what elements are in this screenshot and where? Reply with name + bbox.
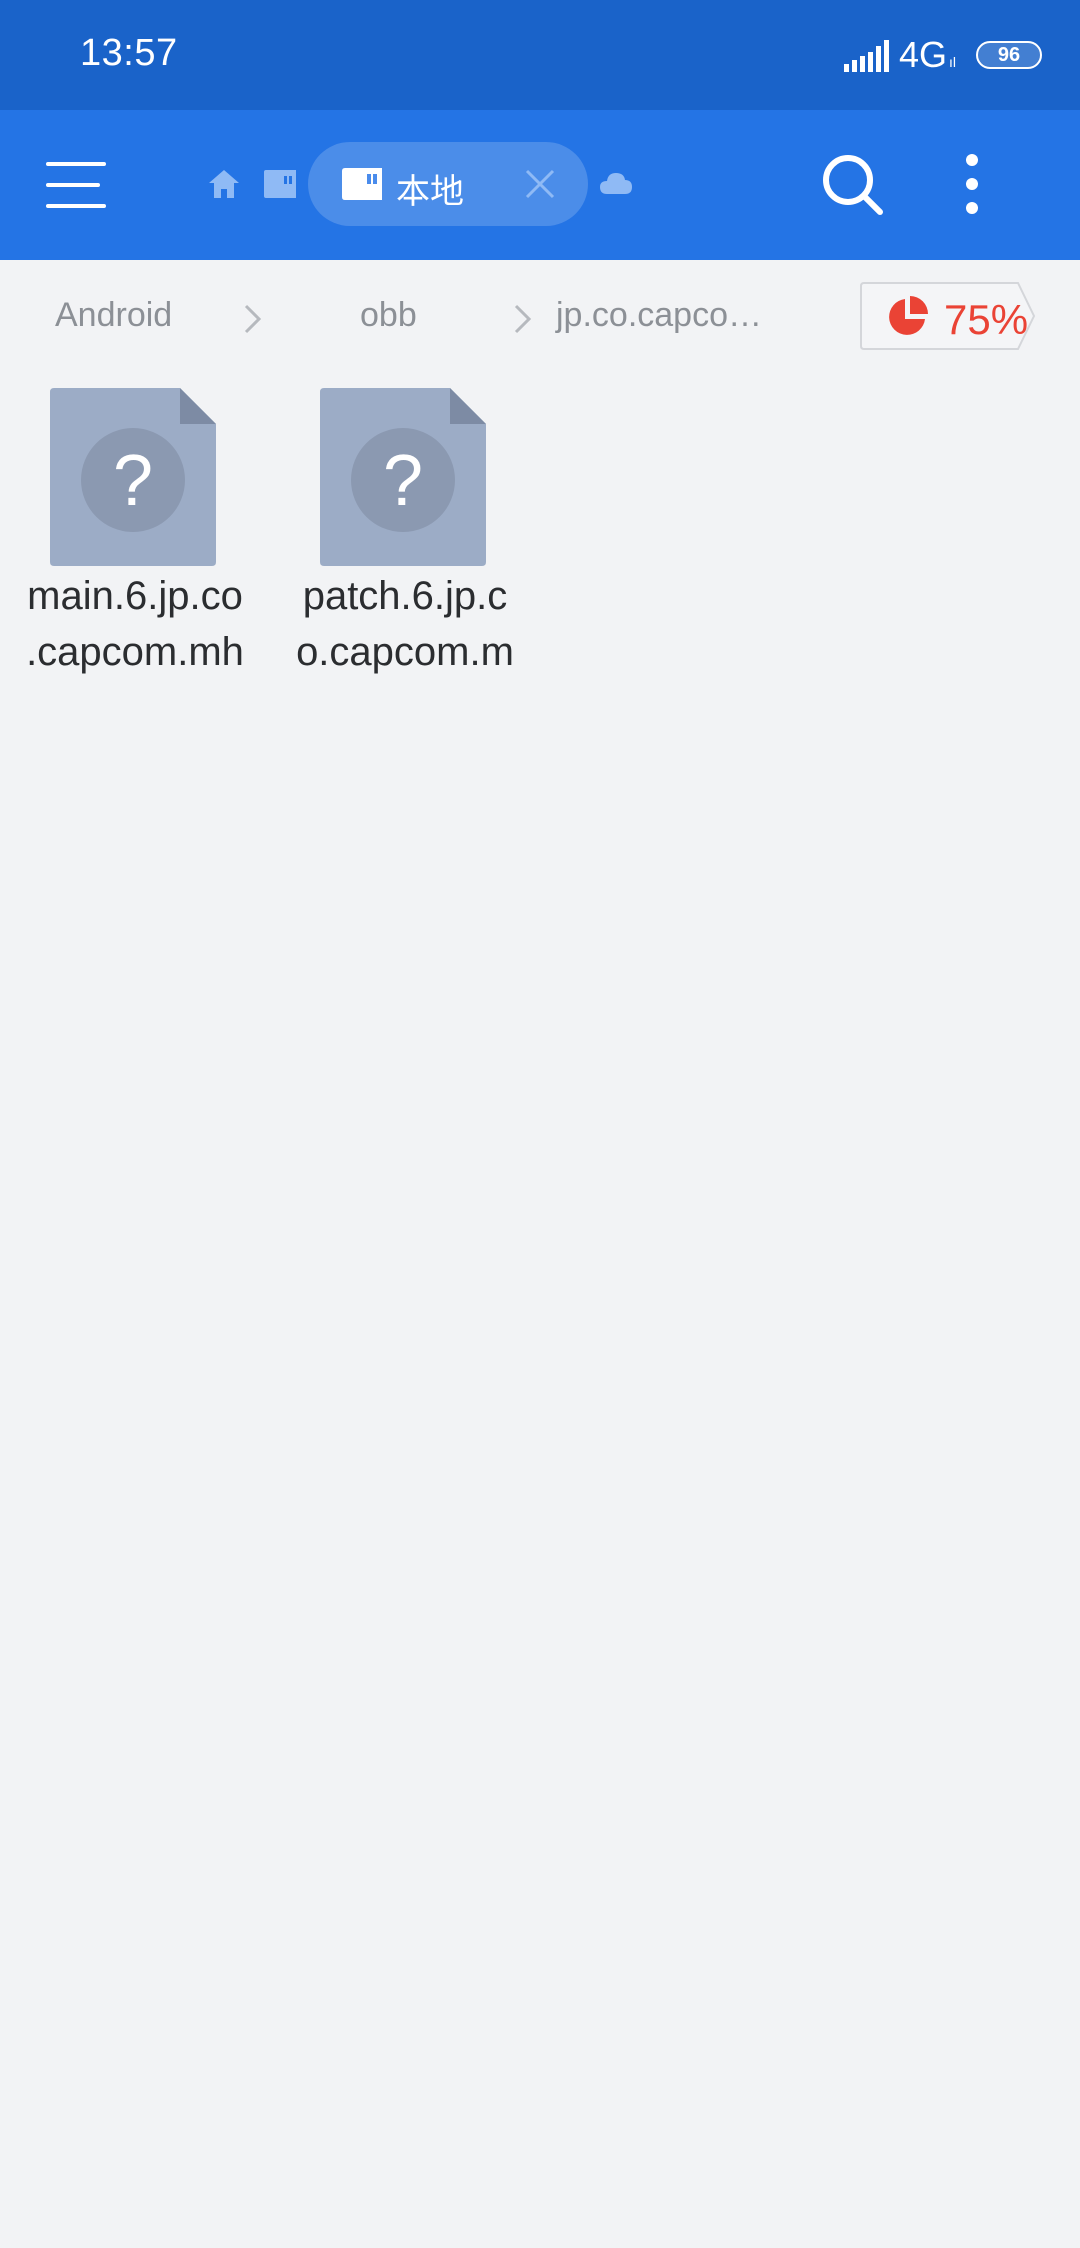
home-icon[interactable] [206,166,242,202]
chevron-right-icon [244,304,262,334]
app-bar: 本地 [0,110,1080,260]
menu-button[interactable] [34,150,118,220]
cloud-icon[interactable] [598,170,634,196]
tab-label: 本地 [396,173,464,211]
storage-usage-badge[interactable]: 75% [860,282,1036,350]
sdcard-icon [342,168,382,200]
svg-text:?: ? [383,441,423,521]
network-type: 4G ıl [898,34,956,75]
signal-icon [843,38,889,72]
storage-percent: 75% [944,296,1029,343]
chevron-right-icon [514,304,532,334]
pie-chart-icon [889,296,928,335]
svg-text:?: ? [113,441,153,521]
menu-icon [46,162,106,166]
status-time: 13:57 [80,32,178,74]
battery-level: 96 [997,43,1021,66]
status-indicators: 4G ıl 96 [843,34,1042,76]
more-vert-icon[interactable] [952,150,992,220]
breadcrumb: Android obb jp.co.capco… 75% [0,260,1080,372]
breadcrumb-item-obb[interactable]: obb [360,296,417,335]
breadcrumb-item-current[interactable]: jp.co.capco… [556,296,762,335]
file-name: main.6.jp.co .capcom.mh [26,574,244,674]
sdcard-icon[interactable] [262,168,298,200]
unknown-file-icon: ? [50,388,216,566]
close-icon[interactable] [522,166,558,202]
file-name: patch.6.jp.c o.capcom.m [296,574,514,674]
tab-local[interactable]: 本地 [308,142,588,226]
network-activity-icon: ıl [949,54,956,70]
unknown-file-icon: ? [320,388,486,566]
breadcrumb-item-android[interactable]: Android [55,296,172,335]
search-button[interactable] [818,150,888,220]
battery-icon: 96 [976,41,1042,69]
status-bar: 13:57 4G ıl 96 [0,0,1080,110]
